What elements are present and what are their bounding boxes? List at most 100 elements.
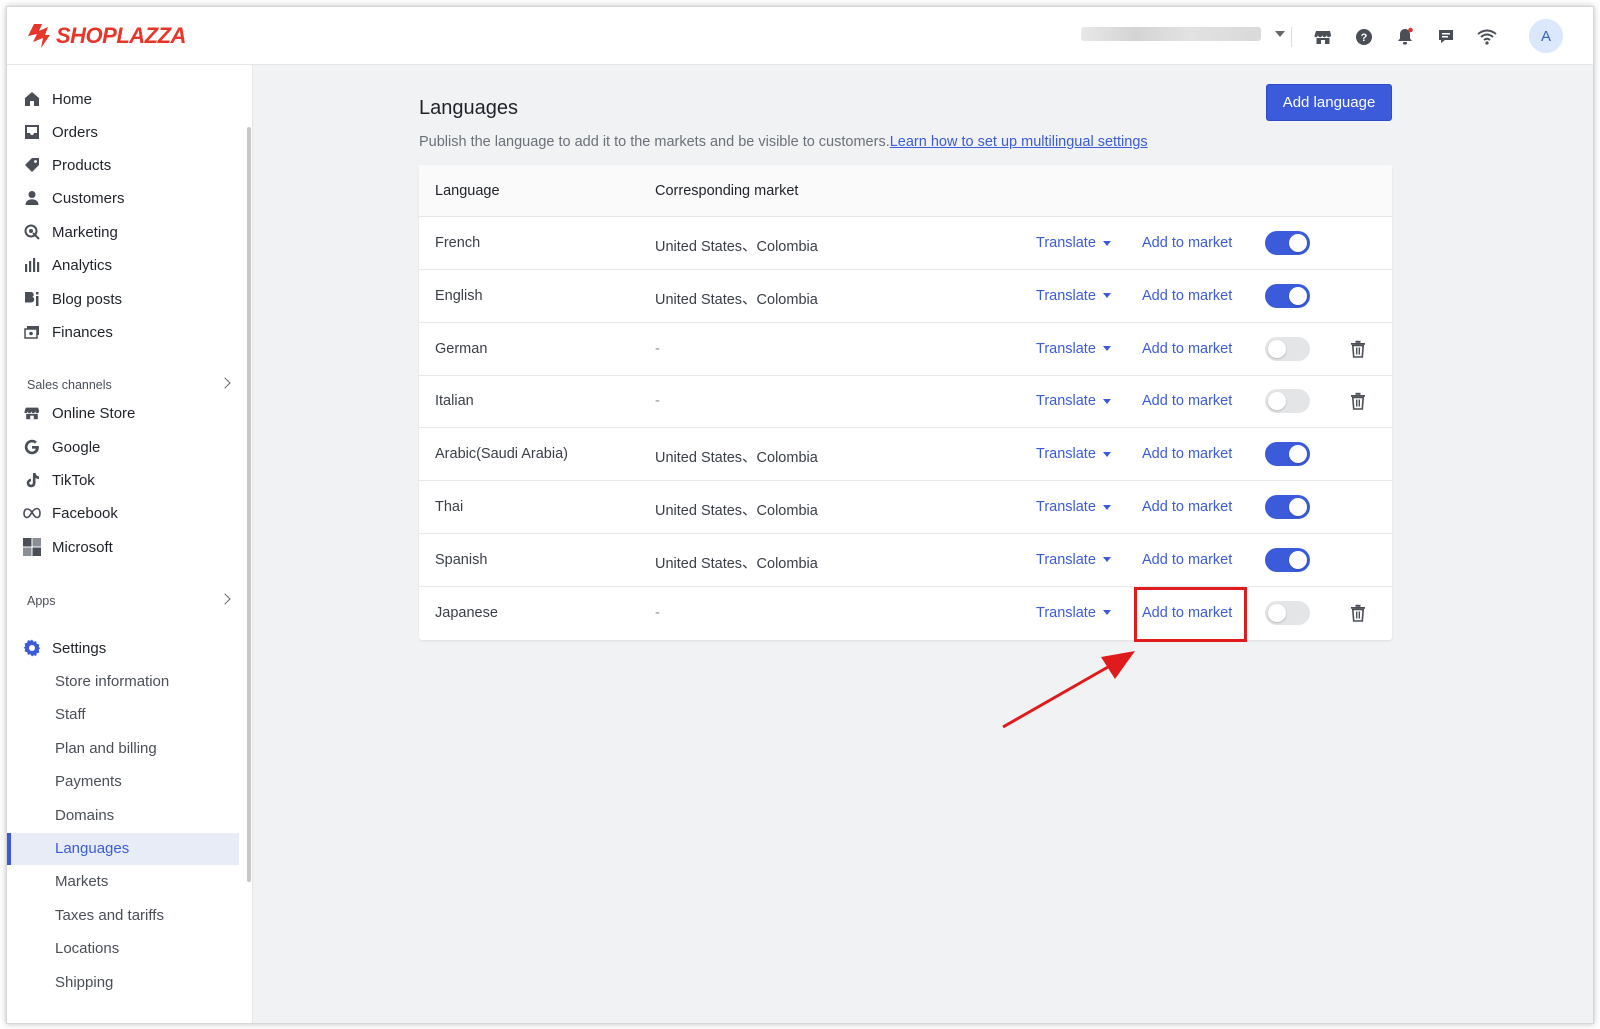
sidebar-item-finances[interactable]: Finances xyxy=(23,320,113,344)
help-link[interactable]: Learn how to set up multilingual setting… xyxy=(890,134,1148,150)
translate-dropdown[interactable]: Translate xyxy=(1036,393,1111,409)
translate-label: Translate xyxy=(1036,446,1096,463)
settings-item-plan-and-billing[interactable]: Plan and billing xyxy=(55,738,157,760)
sidebar-item-label: Analytics xyxy=(52,256,113,274)
translate-dropdown[interactable]: Translate xyxy=(1036,341,1111,357)
translate-dropdown[interactable]: Translate xyxy=(1036,235,1111,251)
settings-item-taxes-and-tariffs[interactable]: Taxes and tariffs xyxy=(55,905,164,927)
wifi-icon[interactable] xyxy=(1476,26,1498,48)
caret-down-icon xyxy=(1102,346,1111,352)
language-name: English xyxy=(435,287,483,304)
settings-item-locations[interactable]: Locations xyxy=(55,938,119,960)
sidebar-item-tiktok[interactable]: TikTok xyxy=(23,468,95,492)
page-description: Publish the language to add it to the ma… xyxy=(419,134,1148,150)
corresponding-market: United States、Colombia xyxy=(655,555,818,572)
sidebar-item-online-store[interactable]: Online Store xyxy=(23,401,135,425)
add-to-market-link[interactable]: Add to market xyxy=(1142,552,1232,568)
caret-down-icon xyxy=(1102,610,1111,616)
sidebar-item-label: Microsoft xyxy=(52,538,113,556)
add-to-market-link[interactable]: Add to market xyxy=(1142,288,1232,304)
publish-toggle[interactable] xyxy=(1265,547,1310,572)
chat-icon[interactable] xyxy=(1435,26,1457,48)
settings-item-markets[interactable]: Markets xyxy=(55,871,108,893)
add-language-button[interactable]: Add language xyxy=(1266,84,1392,121)
translate-label: Translate xyxy=(1036,393,1096,410)
sidebar-item-settings[interactable]: Settings xyxy=(23,636,106,660)
add-to-market-link[interactable]: Add to market xyxy=(1142,235,1232,251)
translate-dropdown[interactable]: Translate xyxy=(1036,552,1111,568)
settings-item-shipping[interactable]: Shipping xyxy=(55,972,113,994)
sidebar-item-label: Orders xyxy=(52,123,98,141)
translate-dropdown[interactable]: Translate xyxy=(1036,288,1111,304)
sidebar-item-analytics[interactable]: Analytics xyxy=(23,253,112,277)
translate-dropdown[interactable]: Translate xyxy=(1036,499,1111,515)
caret-down-icon xyxy=(1102,293,1111,299)
publish-toggle[interactable] xyxy=(1265,495,1310,519)
caret-down-icon xyxy=(1102,398,1111,404)
translate-label: Translate xyxy=(1036,235,1096,251)
home-icon xyxy=(23,90,41,108)
publish-toggle[interactable] xyxy=(1265,283,1310,308)
translate-dropdown[interactable]: Translate xyxy=(1036,446,1111,462)
language-name: Italian xyxy=(435,393,474,410)
publish-toggle[interactable] xyxy=(1265,336,1310,361)
svg-text:?: ? xyxy=(1361,32,1368,44)
sidebar-item-facebook[interactable]: Facebook xyxy=(23,501,118,525)
language-name: German xyxy=(435,340,488,357)
sidebar-item-products[interactable]: Products xyxy=(23,153,111,177)
sidebar-item-customers[interactable]: Customers xyxy=(23,186,125,210)
store-icon xyxy=(23,404,41,422)
add-to-market-link[interactable]: Add to market xyxy=(1142,499,1232,515)
sidebar-item-marketing[interactable]: Marketing xyxy=(23,220,118,244)
settings-item-store-information[interactable]: Store information xyxy=(55,671,169,693)
publish-toggle[interactable] xyxy=(1265,600,1310,625)
chevron-right-icon[interactable] xyxy=(219,593,231,605)
app-window: SHOPLAZZA ? A Home Orders Products Custo… xyxy=(6,6,1594,1024)
trash-icon[interactable] xyxy=(1350,392,1366,411)
store-icon[interactable] xyxy=(1312,26,1334,48)
help-icon[interactable]: ? xyxy=(1353,26,1375,48)
chevron-right-icon[interactable] xyxy=(219,377,231,389)
store-selector[interactable] xyxy=(1081,27,1285,41)
add-to-market-link[interactable]: Add to market xyxy=(1142,341,1232,357)
avatar[interactable]: A xyxy=(1529,19,1563,53)
publish-toggle[interactable] xyxy=(1265,389,1310,414)
add-to-market-link[interactable]: Add to market xyxy=(1142,446,1232,462)
translate-dropdown[interactable]: Translate xyxy=(1036,605,1111,621)
settings-item-staff[interactable]: Staff xyxy=(55,704,86,726)
meta-icon xyxy=(23,504,41,522)
add-to-market-link[interactable]: Add to market xyxy=(1142,393,1232,409)
sidebar-item-orders[interactable]: Orders xyxy=(23,120,98,144)
toggle-knob xyxy=(1289,445,1307,464)
corresponding-market: - xyxy=(655,393,660,410)
toggle-knob xyxy=(1289,498,1307,516)
sidebar-item-blog-posts[interactable]: Blog posts xyxy=(23,287,122,311)
trash-icon[interactable] xyxy=(1350,604,1366,622)
settings-item-payments[interactable]: Payments xyxy=(55,771,122,793)
caret-down-icon xyxy=(1102,504,1111,510)
brand-logo[interactable]: SHOPLAZZA xyxy=(27,21,186,51)
column-header-language: Language xyxy=(435,183,500,199)
publish-toggle[interactable] xyxy=(1265,231,1310,255)
sidebar-item-label: Online Store xyxy=(52,404,136,422)
sidebar-item-label: TikTok xyxy=(52,471,95,489)
table-row: Thai United States、Colombia Translate Add t… xyxy=(419,481,1392,534)
notification-bell-icon[interactable] xyxy=(1394,26,1416,48)
description-text: Publish the language to add it to the ma… xyxy=(419,134,890,150)
top-bar: SHOPLAZZA ? A xyxy=(7,7,1593,65)
table-row: German - Translate Add to market xyxy=(419,323,1392,376)
publish-toggle[interactable] xyxy=(1265,442,1310,467)
corresponding-market: - xyxy=(655,340,660,357)
settings-item-languages[interactable]: Languages xyxy=(55,838,129,860)
finances-icon xyxy=(23,323,41,341)
sidebar-item-microsoft[interactable]: Microsoft xyxy=(23,535,113,559)
sidebar-item-google[interactable]: Google xyxy=(23,435,100,459)
sidebar-scrollbar[interactable] xyxy=(247,127,251,882)
marketing-icon xyxy=(23,223,41,241)
sidebar-item-home[interactable]: Home xyxy=(23,87,92,111)
header-divider xyxy=(1291,27,1292,47)
language-name: Arabic(Saudi Arabia) xyxy=(435,446,568,463)
translate-label: Translate xyxy=(1036,287,1096,304)
trash-icon[interactable] xyxy=(1350,340,1366,358)
settings-item-domains[interactable]: Domains xyxy=(55,805,114,827)
